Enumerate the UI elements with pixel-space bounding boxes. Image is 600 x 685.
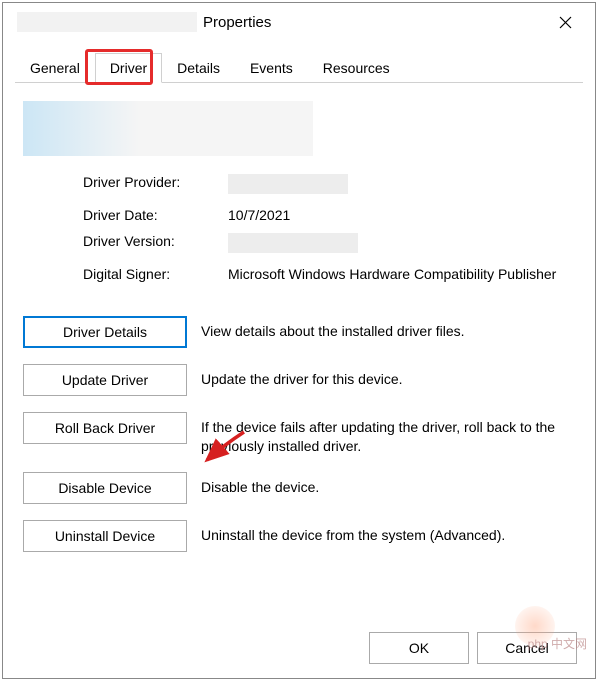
info-date: Driver Date: 10/7/2021 (83, 207, 575, 223)
disable-device-desc: Disable the device. (201, 472, 319, 497)
action-row-update: Update Driver Update the driver for this… (23, 364, 575, 396)
ok-button[interactable]: OK (369, 632, 469, 664)
info-signer: Digital Signer: Microsoft Windows Hardwa… (83, 266, 575, 282)
window-title: Properties (203, 14, 271, 31)
update-driver-button[interactable]: Update Driver (23, 364, 187, 396)
action-row-rollback: Roll Back Driver If the device fails aft… (23, 412, 575, 456)
cancel-button[interactable]: Cancel (477, 632, 577, 664)
uninstall-device-button[interactable]: Uninstall Device (23, 520, 187, 552)
dialog-footer: OK Cancel (369, 632, 577, 664)
date-label: Driver Date: (83, 207, 228, 223)
action-row-disable: Disable Device Disable the device. (23, 472, 575, 504)
tab-general[interactable]: General (15, 53, 95, 82)
update-driver-desc: Update the driver for this device. (201, 364, 403, 389)
action-row-uninstall: Uninstall Device Uninstall the device fr… (23, 520, 575, 552)
action-row-details: Driver Details View details about the in… (23, 316, 575, 348)
provider-label: Driver Provider: (83, 174, 228, 197)
device-icon-redacted (23, 101, 313, 156)
tab-events[interactable]: Events (235, 53, 308, 82)
rollback-driver-desc: If the device fails after updating the d… (201, 412, 575, 456)
signer-label: Digital Signer: (83, 266, 228, 282)
tab-resources[interactable]: Resources (308, 53, 405, 82)
titlebar: Properties (3, 3, 595, 41)
disable-device-button[interactable]: Disable Device (23, 472, 187, 504)
provider-value-redacted (228, 174, 348, 194)
tab-content: Driver Provider: Driver Date: 10/7/2021 … (3, 83, 595, 578)
driver-details-button[interactable]: Driver Details (23, 316, 187, 348)
tab-driver[interactable]: Driver (95, 53, 162, 83)
info-version: Driver Version: (83, 233, 575, 256)
info-provider: Driver Provider: (83, 174, 575, 197)
rollback-driver-button[interactable]: Roll Back Driver (23, 412, 187, 444)
title-redacted (17, 12, 197, 32)
driver-details-desc: View details about the installed driver … (201, 316, 465, 341)
tab-details[interactable]: Details (162, 53, 235, 82)
close-button[interactable] (543, 7, 587, 37)
version-label: Driver Version: (83, 233, 228, 256)
uninstall-device-desc: Uninstall the device from the system (Ad… (201, 520, 505, 545)
version-value-redacted (228, 233, 358, 253)
properties-dialog: Properties General Driver Details Events… (2, 2, 596, 679)
signer-value: Microsoft Windows Hardware Compatibility… (228, 266, 575, 282)
tab-bar: General Driver Details Events Resources (15, 53, 583, 83)
date-value: 10/7/2021 (228, 207, 575, 223)
